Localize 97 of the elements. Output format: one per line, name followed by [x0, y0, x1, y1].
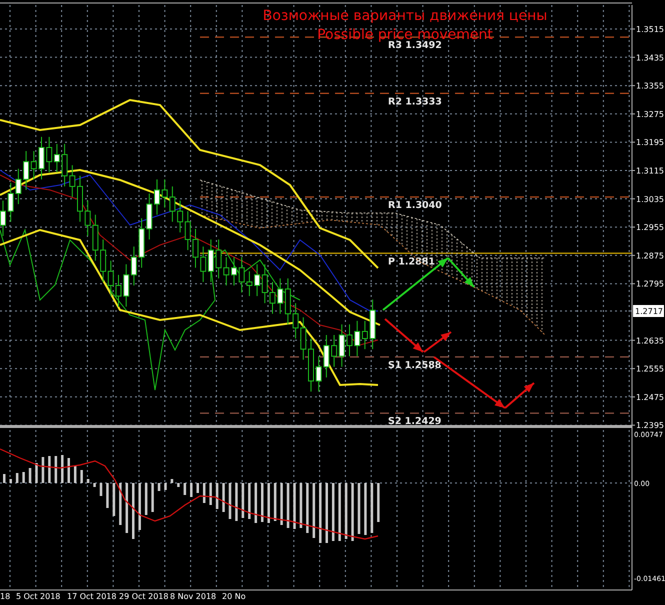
- histogram-bar: [338, 483, 341, 541]
- histogram-bar: [222, 483, 225, 512]
- candlestick: [77, 175, 83, 222]
- price-axis-label: 1.3355: [636, 82, 664, 91]
- date-axis-label: 20 No: [222, 592, 246, 601]
- histogram-bar: [80, 470, 83, 483]
- histogram-bar: [138, 483, 141, 530]
- price-axis-label: 1.3035: [636, 194, 664, 204]
- histogram-bar: [300, 483, 302, 528]
- pivot-label: R2 1.3333: [388, 96, 442, 108]
- pivot-label: R1 1.3040: [388, 200, 442, 212]
- histogram-bar: [74, 466, 76, 483]
- histogram-bar: [164, 483, 167, 490]
- histogram-bar: [286, 483, 290, 528]
- histogram-bar: [132, 483, 134, 539]
- price-axis-label: 1.3435: [636, 53, 664, 62]
- histogram-bar: [196, 483, 199, 493]
- histogram-bar: [106, 483, 109, 508]
- candlestick: [116, 274, 122, 308]
- date-axis-label: 18: [0, 592, 10, 601]
- histogram-bar: [93, 483, 96, 487]
- price-axis-label: 1.2955: [636, 223, 664, 232]
- histogram-bar: [68, 458, 70, 483]
- histogram-bar: [190, 483, 193, 497]
- histogram-bar: [261, 483, 264, 522]
- price-axis-label: 1.3515: [636, 25, 664, 34]
- pivot-label: S2 1.2429: [388, 416, 442, 428]
- histogram-bar: [319, 483, 322, 543]
- histogram-bar: [370, 483, 374, 533]
- histogram-bar: [3, 474, 6, 483]
- histogram-bar: [112, 483, 116, 516]
- histogram-bar: [248, 483, 251, 519]
- histogram-bar: [228, 483, 232, 519]
- histogram-bar: [280, 483, 283, 525]
- histogram-bar: [151, 483, 154, 512]
- histogram-bar: [293, 483, 296, 529]
- date-axis-label: 17 Oct 2018: [67, 592, 116, 601]
- histogram-bar: [119, 483, 122, 525]
- histogram-bar: [54, 456, 58, 483]
- histogram-bar: [177, 483, 180, 487]
- histogram-bar: [235, 483, 238, 521]
- current-price-label: 1.2717: [633, 305, 664, 317]
- price-axis-label: 1.2395: [636, 421, 664, 430]
- histogram-bar: [158, 483, 160, 491]
- histogram-bar: [242, 483, 244, 518]
- price-axis-label: 1.3195: [636, 138, 664, 148]
- price-axis-label: 1.2795: [636, 280, 664, 289]
- histogram-bar: [48, 456, 51, 483]
- histogram-bar: [202, 483, 206, 503]
- candlestick: [192, 228, 198, 268]
- histogram-bar: [326, 483, 328, 543]
- histogram-bar: [344, 483, 348, 539]
- candlestick: [0, 200, 6, 236]
- candlestick: [270, 281, 276, 314]
- histogram-bar: [312, 483, 316, 538]
- price-axis-label: 1.2875: [636, 251, 664, 260]
- histogram-bar: [254, 483, 258, 523]
- histogram-bar: [358, 483, 360, 534]
- histogram-bar: [28, 468, 32, 483]
- price-axis-label: 1.2475: [636, 392, 664, 402]
- histogram-bar: [86, 479, 90, 483]
- histogram-bar: [184, 483, 186, 495]
- histogram-bar: [126, 483, 128, 533]
- histogram-bar: [351, 483, 354, 541]
- price-axis-label: 1.2635: [636, 336, 664, 346]
- histogram-bar: [170, 479, 174, 483]
- histogram-bar: [22, 472, 25, 483]
- histogram-bar: [100, 483, 102, 496]
- chart-title: Возможные варианты движения цены: [262, 8, 548, 24]
- candlestick: [231, 256, 237, 286]
- price-axis-label: 1.3115: [636, 166, 664, 176]
- date-axis-label: 8 Nov 2018: [170, 592, 216, 601]
- histogram-bar: [42, 457, 44, 483]
- candlestick: [154, 178, 160, 216]
- candlestick: [346, 324, 352, 357]
- histogram-bar: [144, 483, 148, 515]
- histogram-bar: [364, 483, 367, 535]
- price-axis-label: 1.2555: [636, 364, 664, 374]
- histogram-bar: [267, 483, 270, 523]
- candlestick: [370, 299, 376, 350]
- histogram-bar: [16, 473, 18, 483]
- histogram-bar: [332, 483, 334, 541]
- histogram-bar: [377, 483, 380, 522]
- histogram-bar: [216, 483, 218, 509]
- histogram-bar: [61, 455, 64, 483]
- histogram-bar: [209, 483, 212, 505]
- date-axis-label: 29 Oct 2018: [119, 592, 168, 601]
- candlestick: [38, 136, 44, 180]
- pivot-label: R3 1.3492: [388, 40, 442, 52]
- candlestick: [308, 338, 314, 392]
- price-axis-label: 1.3275: [636, 110, 664, 119]
- date-axis-label: 5 Oct 2018: [16, 592, 60, 601]
- histogram-bar: [9, 479, 12, 483]
- histogram-bar: [274, 483, 276, 521]
- histogram-bar: [35, 463, 38, 483]
- histogram-bar: [306, 483, 309, 533]
- pivot-label: S1 1.2588: [388, 360, 442, 371]
